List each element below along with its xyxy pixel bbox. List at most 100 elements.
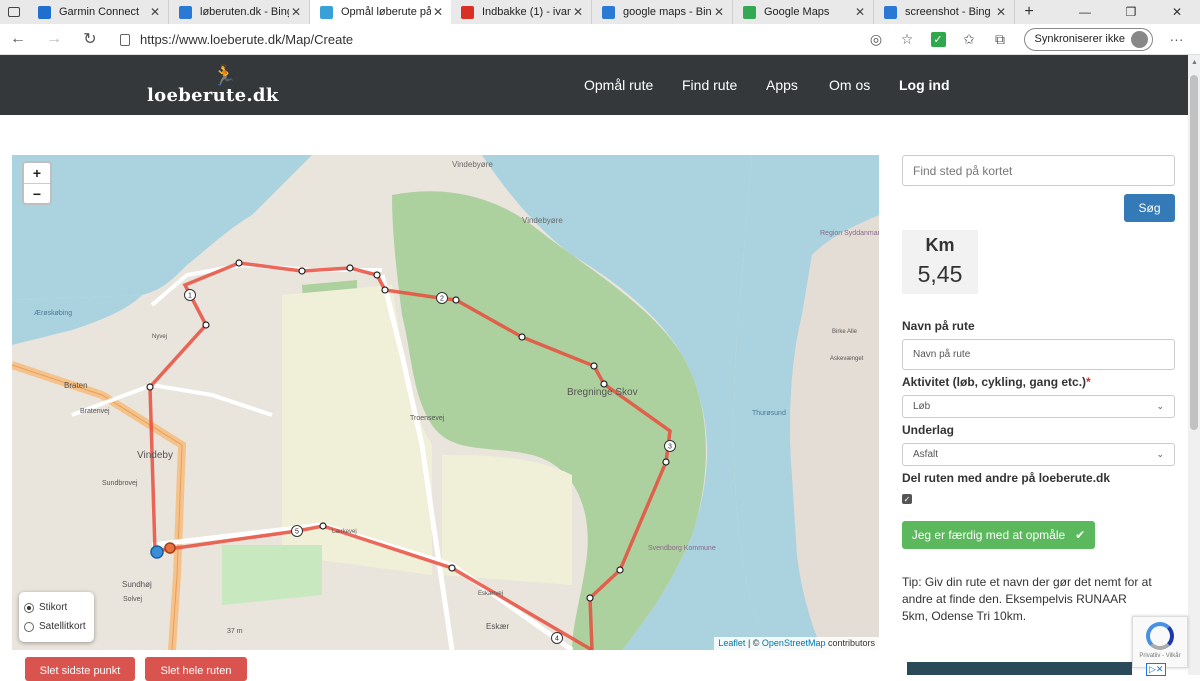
route-vertex[interactable]	[448, 564, 456, 572]
minimize-icon[interactable]: —	[1062, 0, 1108, 24]
route-vertex[interactable]	[518, 333, 526, 341]
radio-satellitkort[interactable]	[24, 621, 34, 632]
tab-close-icon[interactable]: ✕	[431, 5, 445, 19]
finish-route-button[interactable]: Jeg er færdig med at opmåle ✔	[902, 521, 1095, 549]
tab-close-icon[interactable]: ✕	[148, 5, 162, 19]
map-canvas[interactable]: 1 2 3 4 5 Vindebyøre Vindebyøre Bregninge Skov…	[12, 155, 879, 650]
tab-title: Garmin Connect	[59, 6, 140, 18]
delete-last-point-button[interactable]: Slet sidste punkt	[25, 657, 135, 681]
refresh-icon[interactable]: ↻	[72, 24, 108, 55]
map-label: Braten	[64, 381, 88, 390]
delete-route-button[interactable]: Slet hele ruten	[145, 657, 247, 681]
browser-tab[interactable]: Garmin Connect ✕	[28, 0, 169, 24]
route-vertex[interactable]	[586, 594, 594, 602]
more-menu-icon[interactable]: ···	[1161, 24, 1192, 55]
map-search-input[interactable]: Find sted på kortet	[902, 155, 1175, 186]
recaptcha-icon	[1146, 622, 1174, 650]
recaptcha-links[interactable]: Privatliv - Vilkår	[1133, 653, 1187, 659]
zoom-out-button[interactable]: −	[24, 183, 50, 203]
route-vertex[interactable]	[662, 458, 670, 466]
route-vertex[interactable]	[235, 259, 243, 267]
scrollbar-thumb[interactable]	[1190, 75, 1198, 430]
map-label: Svendborg Kommune	[648, 545, 716, 552]
tab-close-icon[interactable]: ✕	[853, 5, 867, 19]
sync-label: Synkroniserer ikke	[1034, 33, 1125, 45]
favorites-icon[interactable]: ✩	[954, 24, 985, 55]
maximize-icon[interactable]: ❐	[1108, 0, 1154, 24]
surface-select[interactable]: Asfalt ⌄	[902, 443, 1175, 466]
end-marker-icon[interactable]	[164, 542, 176, 554]
nav-find-rute[interactable]: Find rute	[682, 77, 737, 93]
map-label: Vindebyøre	[452, 160, 493, 169]
tab-title: google maps - Bing	[623, 6, 712, 18]
location-icon[interactable]: ◎	[861, 24, 892, 55]
site-logo[interactable]: loeberute.dk	[147, 85, 279, 106]
nav-om-os[interactable]: Om os	[829, 77, 870, 93]
osm-link[interactable]: OpenStreetMap	[762, 638, 826, 648]
start-marker-icon[interactable]	[150, 545, 164, 559]
search-button[interactable]: Søg	[1124, 194, 1175, 222]
close-window-icon[interactable]: ✕	[1154, 0, 1200, 24]
route-vertex[interactable]	[381, 286, 389, 294]
page-scrollbar[interactable]: ▲	[1188, 55, 1200, 675]
waypoint-number: 1	[188, 293, 192, 300]
browser-tab[interactable]: google maps - Bing ✕	[592, 0, 733, 24]
zoom-in-button[interactable]: +	[24, 163, 50, 183]
nav-apps[interactable]: Apps	[766, 77, 798, 93]
radio-stikort[interactable]	[24, 602, 34, 613]
favorite-star-icon[interactable]: ☆	[892, 24, 923, 55]
window-menu-icon[interactable]	[0, 0, 28, 24]
forward-arrow-icon[interactable]: →	[36, 24, 72, 55]
url-field[interactable]: https://www.loeberute.dk/Map/Create	[120, 24, 861, 55]
nav-log-ind[interactable]: Log ind	[899, 77, 950, 93]
loeberute-icon	[320, 5, 333, 19]
new-tab-button[interactable]: +	[1015, 3, 1043, 21]
waypoint-number: 3	[668, 444, 672, 451]
browser-tab[interactable]: Google Maps ✕	[733, 0, 874, 24]
scroll-up-icon[interactable]: ▲	[1191, 59, 1198, 66]
extension-check-icon[interactable]: ✓	[923, 24, 954, 55]
tab-close-icon[interactable]: ✕	[994, 5, 1008, 19]
map-label: Bregninge Skov	[567, 387, 638, 398]
route-name-input[interactable]: Navn på rute	[902, 339, 1175, 370]
bing-icon	[602, 5, 615, 19]
layer-option-satellitkort[interactable]: Satellitkort	[24, 617, 89, 636]
tab-close-icon[interactable]: ✕	[571, 5, 585, 19]
layer-option-stikort[interactable]: Stikort	[24, 598, 89, 617]
route-vertex[interactable]	[202, 321, 210, 329]
sync-profile-button[interactable]: Synkroniserer ikke	[1023, 27, 1153, 51]
browser-tab[interactable]: Indbakke (1) - ivancha✕	[451, 0, 592, 24]
map-attribution: Leaflet | © OpenStreetMap contributors	[714, 637, 879, 650]
collections-icon[interactable]: ⧉	[985, 24, 1016, 55]
route-map[interactable]: 1 2 3 4 5 Vindebyøre Vindebyøre Bregninge Skov…	[12, 155, 879, 650]
tab-close-icon[interactable]: ✕	[712, 5, 726, 19]
gmail-icon	[461, 5, 474, 19]
route-vertex[interactable]	[590, 362, 598, 370]
leaflet-link[interactable]: Leaflet	[718, 638, 745, 648]
finish-route-label: Jeg er færdig med at opmåle	[911, 528, 1066, 542]
waypoint-number: 4	[555, 636, 559, 643]
nav-opmaal-rute[interactable]: Opmål rute	[584, 77, 653, 93]
browser-tab-bar: Garmin Connect ✕ løberuten.dk - Bing ✕ Opmål…	[0, 0, 1200, 24]
route-vertex[interactable]	[452, 296, 460, 304]
ad-banner[interactable]	[907, 662, 1132, 675]
browser-tab[interactable]: screenshot - Bing ✕	[874, 0, 1015, 24]
chevron-down-icon: ⌄	[1156, 449, 1164, 459]
route-vertex[interactable]	[319, 522, 327, 530]
share-checkbox[interactable]: ✓	[902, 494, 912, 504]
required-marker: *	[1086, 375, 1091, 389]
browser-tab[interactable]: Opmål løberute på løbe✕	[310, 0, 451, 24]
route-vertex[interactable]	[616, 566, 624, 574]
browser-tab[interactable]: løberuten.dk - Bing ✕	[169, 0, 310, 24]
route-vertex[interactable]	[146, 383, 154, 391]
water-area	[12, 155, 312, 300]
route-vertex[interactable]	[298, 267, 306, 275]
route-vertex[interactable]	[346, 264, 354, 272]
ad-close-icon[interactable]: ▷✕	[1146, 663, 1167, 676]
maps-pin-icon	[743, 5, 756, 19]
activity-select[interactable]: Løb ⌄	[902, 395, 1175, 418]
route-vertex[interactable]	[373, 271, 381, 279]
back-arrow-icon[interactable]: ←	[0, 24, 36, 55]
tab-close-icon[interactable]: ✕	[289, 5, 303, 19]
recaptcha-badge[interactable]: Privatliv - Vilkår	[1132, 616, 1188, 668]
